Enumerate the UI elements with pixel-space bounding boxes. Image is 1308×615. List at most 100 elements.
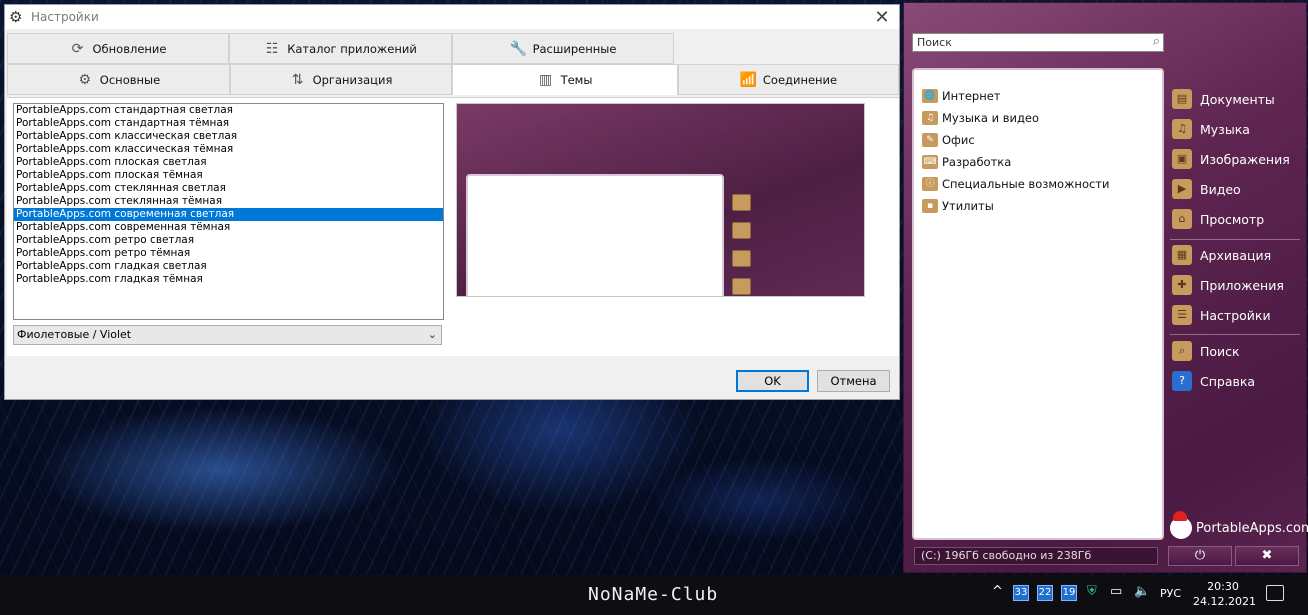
preview-folder-icon xyxy=(732,194,751,211)
taskbar: NoNaMe-Club ^ 33 22 19 ⛨ ▭ 🔈 РУС 20:30 2… xyxy=(0,575,1308,615)
tab-sort[interactable]: ⇅ Организация xyxy=(230,64,452,95)
divider xyxy=(1170,239,1300,240)
side-item-label: Изображения xyxy=(1200,151,1290,167)
theme-list-item[interactable]: PortableApps.com стеклянная светлая xyxy=(14,182,443,195)
explore-folder-icon: ⌂ xyxy=(1172,209,1192,229)
tray-badge[interactable]: 19 xyxy=(1061,585,1077,601)
video-folder-icon: ▶ xyxy=(1172,179,1192,199)
tab-grid-list[interactable]: ☷ Каталог приложений xyxy=(229,33,452,64)
preview-folder-icon xyxy=(732,278,751,295)
theme-preview xyxy=(456,103,865,297)
title-bar: ⚙ Настройки ✕ xyxy=(5,5,899,29)
tab-wrench[interactable]: 🔧 Расширенные xyxy=(452,33,674,64)
theme-list-item[interactable]: PortableApps.com гладкая тёмная xyxy=(14,273,443,286)
side-item-label: Справка xyxy=(1200,373,1256,389)
search-input[interactable]: Поиск ⌕ xyxy=(912,33,1164,52)
category-item[interactable]: ⓘ Специальные возможности xyxy=(922,175,1109,193)
taskbar-brand: NoNaMe-Club xyxy=(588,584,719,605)
portableapps-logo[interactable]: PortableApps.com xyxy=(1170,511,1308,539)
settings-icon: ☰ xyxy=(1172,305,1192,325)
grid-list-icon: ☷ xyxy=(265,40,279,57)
preview-inner-panel xyxy=(466,174,724,296)
power-button[interactable]: ⏻ xyxy=(1168,546,1232,566)
chevron-down-icon: ⌄ xyxy=(427,328,437,341)
logo-text: PortableApps.com xyxy=(1196,520,1308,536)
clock[interactable]: 20:30 24.12.2021 xyxy=(1193,579,1256,609)
theme-list-item[interactable]: PortableApps.com стандартная светлая xyxy=(14,104,443,117)
side-item-pictures-folder[interactable]: ▣ Изображения xyxy=(1172,149,1290,169)
side-item-label: Музыка xyxy=(1200,121,1250,137)
category-folder-icon: ✎ xyxy=(922,133,938,147)
theme-list-item[interactable]: PortableApps.com ретро светлая xyxy=(14,234,443,247)
theme-list-item[interactable]: PortableApps.com плоская тёмная xyxy=(14,169,443,182)
category-label: Специальные возможности xyxy=(942,177,1110,191)
theme-list-item[interactable]: PortableApps.com классическая светлая xyxy=(14,130,443,143)
cancel-button[interactable]: Отмена xyxy=(817,370,890,392)
side-item-video-folder[interactable]: ▶ Видео xyxy=(1172,179,1241,199)
tab-label: Каталог приложений xyxy=(287,41,417,56)
tab-row-1: ⟳ Обновление ☷ Каталог приложений 🔧 Расширенн… xyxy=(7,33,674,64)
theme-list[interactable]: PortableApps.com стандартная светлая Port… xyxy=(13,103,444,320)
theme-list-item[interactable]: PortableApps.com современная светлая xyxy=(14,208,443,221)
side-item-backup[interactable]: ▦ Архивация xyxy=(1172,245,1271,265)
side-item-help[interactable]: ? Справка xyxy=(1172,371,1255,391)
theme-list-item[interactable]: PortableApps.com гладкая светлая xyxy=(14,260,443,273)
tab-refresh[interactable]: ⟳ Обновление xyxy=(7,33,229,64)
ok-button[interactable]: OK xyxy=(736,370,809,392)
category-item[interactable]: ♫ Музыка и видео xyxy=(922,109,1039,127)
side-item-documents-folder[interactable]: ▤ Документы xyxy=(1172,89,1275,109)
side-item-label: Видео xyxy=(1200,181,1241,197)
refresh-icon: ⟳ xyxy=(71,40,84,57)
tray-badge[interactable]: 22 xyxy=(1037,585,1053,601)
tab-theme[interactable]: ▥ Темы xyxy=(452,64,678,95)
tab-label: Соединение xyxy=(762,72,838,87)
color-scheme-select[interactable]: Фиолетовые / Violet ⌄ xyxy=(13,325,442,345)
theme-list-item[interactable]: PortableApps.com стеклянная тёмная xyxy=(14,195,443,208)
backup-icon: ▦ xyxy=(1172,245,1192,265)
wrench-icon: 🔧 xyxy=(509,40,527,57)
side-item-settings[interactable]: ☰ Настройки xyxy=(1172,305,1271,325)
side-item-label: Документы xyxy=(1200,91,1275,107)
theme-list-item[interactable]: PortableApps.com плоская светлая xyxy=(14,156,443,169)
close-menu-button[interactable]: ✖ xyxy=(1235,546,1299,566)
clock-date: 24.12.2021 xyxy=(1193,595,1256,608)
category-item[interactable]: ▪ Утилиты xyxy=(922,197,994,215)
window-title: Настройки xyxy=(31,10,99,24)
side-item-search[interactable]: ⌕ Поиск xyxy=(1172,341,1240,361)
close-button[interactable]: ✕ xyxy=(865,7,899,28)
side-item-label: Поиск xyxy=(1200,343,1240,359)
network-icon[interactable]: ▭ xyxy=(1110,584,1122,599)
side-item-explore-folder[interactable]: ⌂ Просмотр xyxy=(1172,209,1264,229)
tab-gear[interactable]: ⚙ Основные xyxy=(7,64,230,95)
sort-icon: ⇅ xyxy=(291,71,304,88)
tab-label: Темы xyxy=(560,73,593,87)
portableapps-menu: Поиск ⌕ 🌐 Интернет ♫ Музыка и видео ✎ Офис ⌨ Ра… xyxy=(903,2,1308,573)
category-folder-icon: ⌨ xyxy=(922,155,938,169)
tray-chevron-icon[interactable]: ^ xyxy=(992,584,1003,599)
language-indicator[interactable]: РУС xyxy=(1160,587,1181,600)
tab-antenna[interactable]: 📶 Соединение xyxy=(678,64,899,95)
category-item[interactable]: 🌐 Интернет xyxy=(922,87,1001,105)
volume-icon[interactable]: 🔈 xyxy=(1134,584,1150,599)
side-item-label: Архивация xyxy=(1200,247,1272,263)
search-icon: ⌕ xyxy=(1152,34,1160,49)
logo-icon xyxy=(1170,511,1192,539)
notifications-icon[interactable] xyxy=(1266,585,1284,601)
theme-list-item[interactable]: PortableApps.com стандартная тёмная xyxy=(14,117,443,130)
category-folder-icon: ♫ xyxy=(922,111,938,125)
side-item-apps[interactable]: ✚ Приложения xyxy=(1172,275,1284,295)
side-item-label: Приложения xyxy=(1200,277,1284,293)
theme-list-item[interactable]: PortableApps.com ретро тёмная xyxy=(14,247,443,260)
theme-list-item[interactable]: PortableApps.com классическая тёмная xyxy=(14,143,443,156)
app-category-list: 🌐 Интернет ♫ Музыка и видео ✎ Офис ⌨ Разработка… xyxy=(912,68,1164,540)
shield-icon[interactable]: ⛨ xyxy=(1087,584,1097,599)
side-item-music-folder[interactable]: ♫ Музыка xyxy=(1172,119,1250,139)
preview-folder-icon xyxy=(732,250,751,267)
settings-window: ⚙ Настройки ✕ ⟳ Обновление ☷ Каталог прилож… xyxy=(4,4,900,400)
tray-badge[interactable]: 33 xyxy=(1013,585,1029,601)
category-item[interactable]: ✎ Офис xyxy=(922,131,975,149)
apps-icon: ✚ xyxy=(1172,275,1192,295)
documents-folder-icon: ▤ xyxy=(1172,89,1192,109)
theme-list-item[interactable]: PortableApps.com современная тёмная xyxy=(14,221,443,234)
category-item[interactable]: ⌨ Разработка xyxy=(922,153,1011,171)
